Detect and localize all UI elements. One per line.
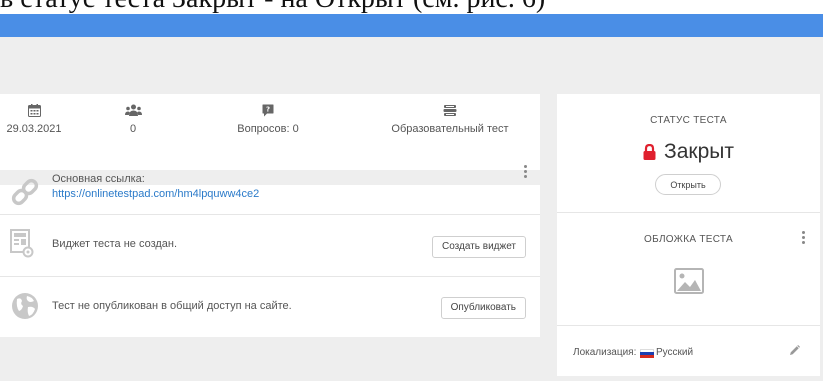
stats-card: 29.03.2021 0 ? Вопросов: 0 Образовательн…	[0, 94, 540, 170]
stat-users: 0	[108, 104, 158, 135]
question-icon: ?	[262, 104, 274, 117]
kebab-icon[interactable]	[524, 165, 528, 180]
caption-strip: в статус теста Закрыт - на Открыт (см. р…	[0, 0, 823, 14]
stat-type-value: Образовательный тест	[391, 123, 509, 135]
widget-row: Виджет теста не создан. Создать виджет	[0, 214, 540, 276]
stat-date: 29.03.2021	[4, 104, 64, 135]
kebab-icon[interactable]	[802, 231, 806, 246]
pencil-icon[interactable]	[789, 345, 800, 356]
widget-text: Виджет теста не создан.	[52, 238, 178, 250]
russian-flag-icon	[640, 349, 654, 358]
book-icon	[443, 105, 457, 116]
open-button[interactable]: Открыть	[655, 174, 721, 195]
status-label: СТАТУС ТЕСТА	[650, 115, 727, 126]
publish-text: Тест не опубликован в общий доступ на са…	[52, 300, 292, 312]
publish-button[interactable]: Опубликовать	[440, 297, 526, 319]
status-card: СТАТУС ТЕСТА Закрыт Открыть	[557, 94, 820, 213]
locale-card: Локализация: Русский	[557, 326, 820, 376]
links-card: Основная ссылка: https://onlinetestpad.c…	[0, 165, 540, 337]
cover-label: ОБЛОЖКА ТЕСТА	[644, 234, 733, 245]
status-value-text: Закрыт	[664, 140, 734, 163]
stat-users-value: 0	[129, 123, 137, 135]
publish-row: Тест не опубликован в общий доступ на са…	[0, 276, 540, 337]
users-icon	[124, 104, 142, 116]
widget-icon	[10, 229, 34, 258]
main-link-block: Основная ссылка: https://onlinetestpad.c…	[52, 173, 259, 200]
calendar-icon	[27, 104, 41, 117]
create-widget-button[interactable]: Создать виджет	[431, 236, 526, 258]
main-link-row: Основная ссылка: https://onlinetestpad.c…	[0, 165, 540, 214]
stat-questions-value: Вопросов: 0	[237, 123, 299, 135]
main-link-label: Основная ссылка:	[52, 173, 145, 185]
caption-text: в статус теста Закрыт - на Открыт (см. р…	[0, 0, 545, 14]
locale-value: Русский	[656, 347, 694, 358]
locale-label: Локализация:	[573, 347, 637, 358]
link-icon	[11, 178, 39, 206]
main-link-url[interactable]: https://onlinetestpad.com/hm4lpquww4ce2	[52, 188, 259, 200]
stat-date-value: 29.03.2021	[6, 123, 62, 135]
svg-text:?: ?	[266, 106, 270, 114]
status-value: Закрыт	[557, 140, 820, 164]
stat-questions: ? Вопросов: 0	[218, 104, 318, 135]
stat-type: Образовательный тест	[370, 104, 530, 135]
cover-card: ОБЛОЖКА ТЕСТА	[557, 213, 820, 326]
lock-icon	[643, 144, 656, 160]
image-icon[interactable]	[674, 268, 704, 294]
top-bar	[0, 14, 823, 37]
globe-icon	[12, 293, 38, 319]
